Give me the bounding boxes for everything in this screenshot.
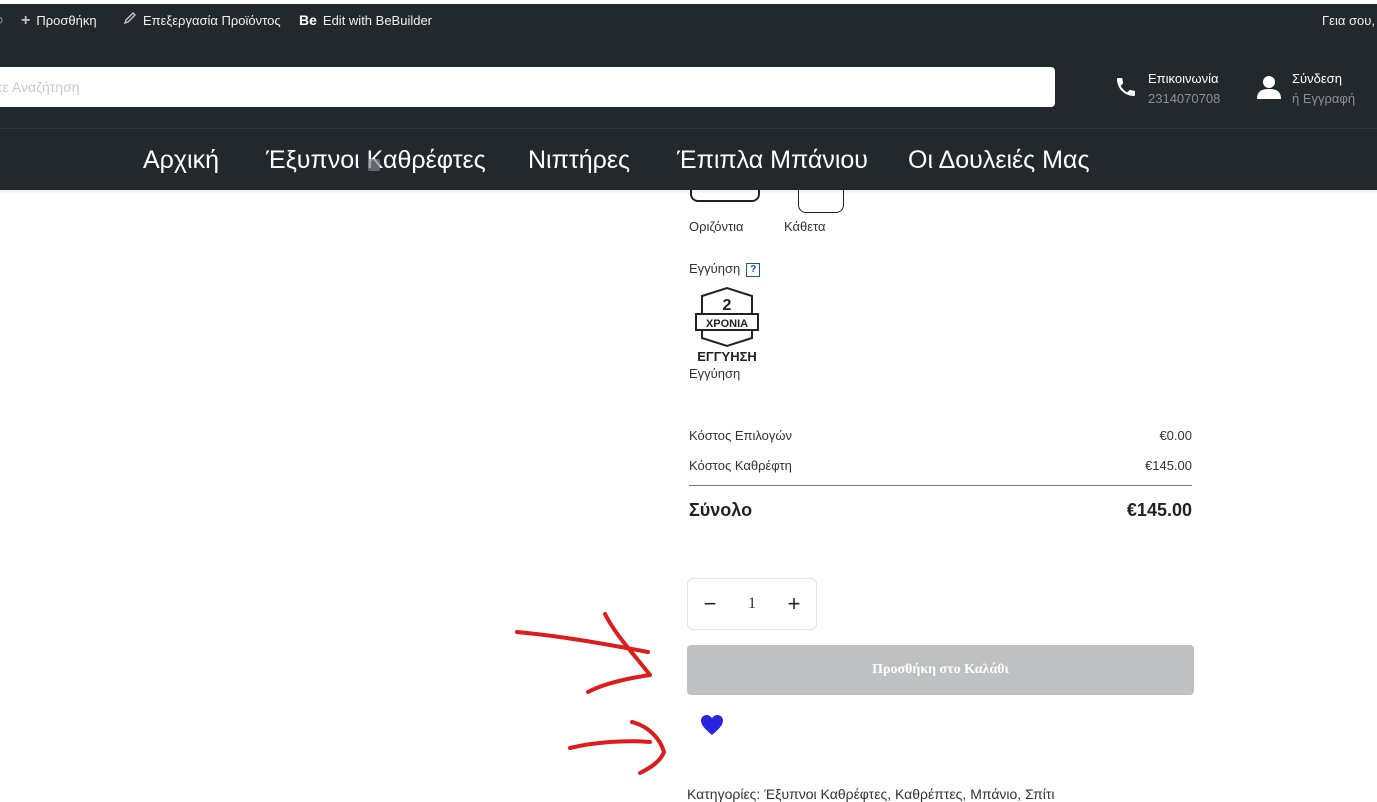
contact-title: Επικοινωνία: [1148, 71, 1219, 86]
quantity-input[interactable]: 1: [732, 579, 772, 629]
admin-add-label: Προσθήκη: [36, 12, 97, 28]
total-row: Σύνολο €145.00: [689, 500, 1192, 521]
total-label: Σύνολο: [689, 500, 753, 520]
admin-bar-cut-item[interactable]: ○: [0, 4, 4, 36]
contact-link[interactable]: Επικοινωνία 2314070708: [1114, 69, 1220, 109]
nav-item-our-works[interactable]: Οι Δουλειές Μας: [908, 129, 1090, 191]
admin-greeting-label: Γεια σου,: [1322, 12, 1375, 28]
options-cost-label: Κόστος Επιλογών: [689, 428, 793, 443]
admin-add-new[interactable]: + Προσθήκη: [21, 4, 97, 36]
horizontal-option-image[interactable]: [690, 190, 760, 202]
warranty-title-text: Εγγύηση: [689, 261, 741, 276]
mouse-cursor-icon: [368, 159, 380, 171]
warranty-option-label[interactable]: Εγγύηση: [689, 366, 740, 381]
mirror-cost-row: Κόστος Καθρέφτη €145.00: [689, 458, 1192, 473]
admin-edit-product[interactable]: Επεξεργασία Προϊόντος: [123, 4, 281, 36]
admin-edit-product-label: Επεξεργασία Προϊόντος: [143, 12, 281, 28]
warranty-title: Εγγύηση?: [689, 261, 761, 277]
main-nav: Αρχική Έξυπνοι Καθρέφτες Νιπτήρες Έπιπλα…: [0, 128, 1377, 190]
vertical-option-label[interactable]: Κάθετα: [784, 219, 826, 234]
pencil-icon: [123, 4, 137, 37]
site-header: Επικοινωνία 2314070708 Σύνδεση ή Εγγραφή: [0, 36, 1377, 128]
login-link[interactable]: Σύνδεση ή Εγγραφή: [1256, 69, 1355, 109]
user-icon: [1256, 74, 1282, 105]
login-sub: ή Εγγραφή: [1292, 91, 1356, 106]
nav-item-home[interactable]: Αρχική: [143, 129, 219, 191]
warranty-badge[interactable]: 2 ΧΡΟΝΙΑ ΕΓΓΥΗΣΗ: [694, 286, 760, 364]
vertical-option-image[interactable]: [798, 190, 844, 213]
total-value: €145.00: [1126, 500, 1192, 520]
mirror-cost-label: Κόστος Καθρέφτη: [689, 458, 792, 473]
admin-bar: ○ + Προσθήκη Επεξεργασία Προϊόντος Be Ed…: [0, 4, 1377, 36]
quantity-plus-button[interactable]: +: [772, 579, 816, 629]
help-icon[interactable]: ?: [746, 263, 761, 277]
partial-icon: ○: [0, 4, 4, 37]
horizontal-option-label[interactable]: Οριζόντια: [689, 219, 744, 234]
nav-item-sinks[interactable]: Νιπτήρες: [528, 129, 630, 191]
bebuilder-logo-icon: Be: [299, 11, 317, 28]
search-box[interactable]: [0, 67, 1055, 107]
admin-bebuilder-label: Edit with BeBuilder: [322, 12, 433, 28]
admin-bebuilder[interactable]: Be Edit with BeBuilder: [299, 4, 432, 36]
quantity-minus-button[interactable]: −: [688, 579, 732, 629]
product-categories[interactable]: Κατηγορίες: Έξυπνοι Καθρέφτες, Καθρέπτες…: [687, 786, 1054, 802]
nav-shadow: [0, 190, 1377, 194]
add-to-cart-button[interactable]: Προσθήκη στο Καλάθι: [687, 645, 1194, 695]
contact-phone: 2314070708: [1148, 91, 1221, 106]
price-divider: [689, 485, 1192, 486]
quantity-stepper: − 1 +: [687, 578, 817, 630]
search-input[interactable]: [0, 67, 1055, 107]
options-cost-row: Κόστος Επιλογών €0.00: [689, 428, 1192, 443]
admin-greeting[interactable]: Γεια σου,: [1322, 4, 1375, 36]
plus-icon: +: [21, 11, 31, 29]
mirror-cost-value: €145.00: [1145, 458, 1192, 473]
nav-item-bathroom-furniture[interactable]: Έπιπλα Μπάνιου: [677, 129, 868, 191]
options-cost-value: €0.00: [1159, 428, 1192, 443]
badge-text: ΕΓΓΥΗΣΗ: [697, 349, 757, 364]
badge-number: 2: [723, 297, 732, 314]
login-title: Σύνδεση: [1292, 71, 1342, 86]
heart-icon[interactable]: [700, 714, 724, 736]
phone-icon: [1114, 75, 1138, 104]
badge-years: ΧΡΟΝΙΑ: [706, 318, 748, 330]
